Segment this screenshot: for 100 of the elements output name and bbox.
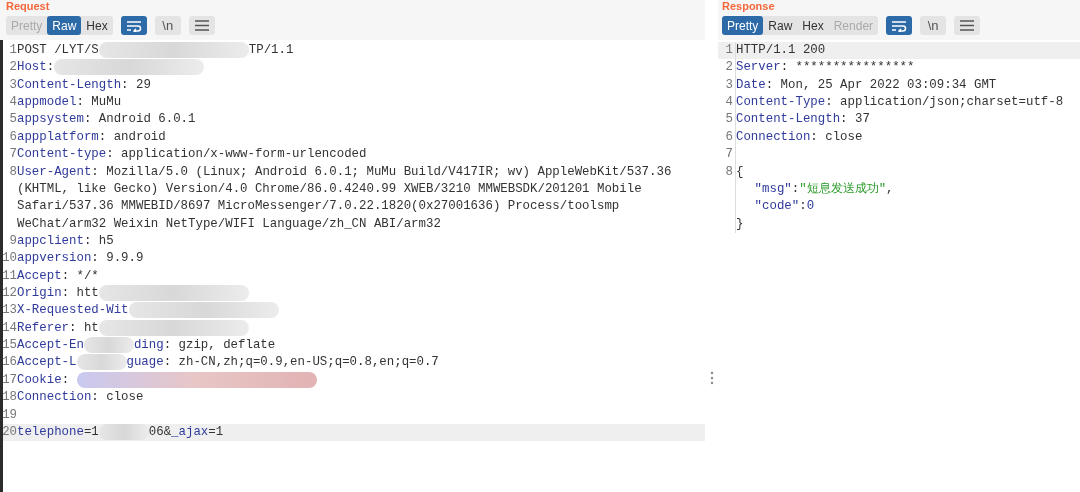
code-text: appsystem (17, 111, 84, 129)
code-text: : 37 (840, 111, 870, 129)
view-tab[interactable]: Hex (81, 16, 113, 35)
line-number: 3 (9, 77, 17, 92)
code-text: : htt (61, 285, 99, 303)
code-text: User-Agent (17, 163, 92, 181)
newline-button[interactable]: \n (920, 16, 947, 35)
code-text: Server (736, 59, 781, 77)
newline-button[interactable]: \n (154, 16, 181, 35)
code-text: : (799, 198, 807, 216)
menu-icon (194, 20, 209, 31)
view-tab[interactable]: Pretty (722, 16, 764, 35)
code-text: : gzip, deflate (163, 337, 276, 355)
line-number: 4 (9, 95, 17, 110)
code-text: Cookie (17, 371, 62, 389)
line-number: 8 (725, 164, 733, 179)
line-number: 17 (2, 372, 17, 387)
wrap-lines-button[interactable] (886, 16, 913, 35)
line-number: 15 (2, 338, 17, 353)
code-text: : Mon, 25 Apr 2022 03:09:34 GMT (765, 76, 997, 94)
menu-button[interactable] (188, 16, 215, 35)
code-text: TP/1.1 (248, 42, 294, 59)
panel-title: Request (6, 0, 51, 13)
menu-button[interactable] (954, 16, 981, 35)
line-number: 3 (725, 77, 733, 92)
code-text: Connection (736, 128, 811, 146)
panel-title: Response (722, 0, 776, 13)
menu-icon (960, 20, 975, 31)
code-text: : Android 6.0.1 (83, 111, 196, 129)
code-text: "code" (754, 198, 800, 216)
code-text: (KHTML, like Gecko) Version/4.0 Chrome/86.0.4240.99 XWEB/3210 MMWEBSDK/201201 Mobile (17, 180, 642, 198)
code-text: Date (736, 76, 766, 94)
code-text: Accept-L (17, 354, 77, 372)
line-number: 16 (2, 355, 17, 370)
code-text: : (61, 371, 71, 389)
line-number: 7 (725, 147, 733, 162)
code-text: =1 (83, 423, 99, 441)
code-text: : (791, 180, 800, 198)
line-number: 6 (725, 129, 733, 144)
code-text: : zh-CN,zh;q=0.9,en-US;q=0.8,en;q=0.7 (163, 354, 439, 372)
code-text: : close (810, 128, 863, 146)
code-text: : application/json;charset=utf-8 (825, 94, 1064, 112)
code-text: X-Requested-Wit (17, 302, 129, 320)
code-text: 06& (148, 423, 172, 441)
code-text: Content-Type (736, 94, 826, 112)
line-number: 8 (9, 164, 17, 179)
code-text: "msg" (754, 180, 792, 198)
line-number: 1 (9, 43, 17, 57)
line-number: 1 (725, 43, 733, 57)
code-text: : application/x-www-form-urlencoded (106, 146, 367, 164)
redaction-blur (98, 423, 149, 440)
line-number: 13 (2, 303, 17, 318)
code-text: : close (91, 389, 144, 407)
code-text: appmodel (17, 94, 77, 112)
line-number: 9 (9, 233, 17, 248)
code-text: } (736, 215, 744, 233)
code-text: Content-Length (17, 76, 122, 94)
line-number: 7 (9, 147, 17, 162)
code-text: Origin (17, 285, 62, 303)
code-text: POST /LYT/S (17, 42, 99, 59)
line-number: 12 (2, 286, 17, 301)
line-number: 6 (9, 129, 17, 144)
code-text: : (46, 59, 55, 77)
code-text: : 9.9.9 (91, 250, 144, 268)
line-number: 18 (2, 390, 17, 405)
drag-handle-icon[interactable] (710, 371, 714, 385)
code-text: Accept-En (17, 337, 84, 355)
code-text: Accept (17, 267, 62, 285)
code-text: Content-Length (736, 111, 841, 129)
code-text: : */* (61, 267, 99, 285)
code-text: ding (133, 337, 164, 355)
code-text: Host (17, 59, 47, 77)
code-text: : 29 (121, 76, 151, 94)
line-number: 5 (725, 112, 733, 127)
code-text: { (736, 163, 744, 181)
code-text: : h5 (83, 232, 114, 250)
line-number: 11 (2, 268, 17, 283)
code-text: guage (126, 354, 164, 372)
code-text: appversion (17, 250, 92, 268)
code-text: : MuMu (76, 94, 122, 112)
wrap-icon (125, 19, 142, 32)
code-text: : ht (69, 319, 99, 337)
code-text: : Mozilla/5.0 (Linux; Android 6.0.1; MuMu Build/V417IR; wv) AppleWebKit/537.36 (91, 163, 672, 181)
code-text: 0 (806, 198, 815, 216)
code-text: : android (98, 128, 166, 146)
view-tab[interactable]: Raw (47, 16, 82, 35)
code-text: appplatform (17, 128, 99, 146)
code-text: Referer (17, 319, 70, 337)
line-number: 10 (2, 251, 17, 266)
view-tab[interactable]: Raw (763, 16, 798, 35)
code-text: Safari/537.36 MMWEBID/8697 MicroMessenger/7.0.22.1820(0x27001636) Process/toolsmp (17, 198, 620, 216)
code-text: : **************** (780, 59, 915, 77)
line-number: 5 (9, 112, 17, 127)
code-text: Content-type (17, 146, 107, 164)
line-number: 19 (2, 407, 17, 422)
code-text: _ajax (171, 423, 209, 441)
view-tab[interactable]: Hex (797, 16, 829, 35)
line-number: 20 (2, 424, 17, 439)
wrap-lines-button[interactable] (120, 16, 147, 35)
code-text: HTTP/1.1 200 (736, 42, 826, 59)
